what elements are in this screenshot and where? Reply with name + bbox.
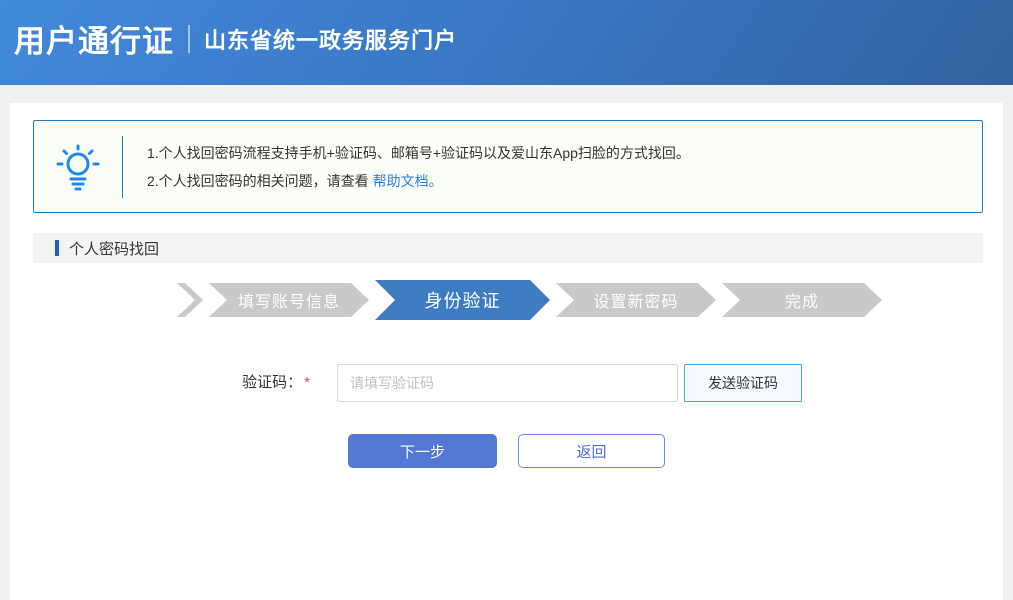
step-fill-account-info: 填写账号信息 (209, 283, 369, 317)
page: 用户通行证 山东省统一政务服务门户 (0, 0, 1013, 600)
header-divider (188, 25, 190, 53)
action-buttons: 下一步 返回 (10, 434, 1003, 468)
content-card: 1.个人找回密码流程支持手机+验证码、邮箱号+验证码以及爱山东App扫脸的方式找… (10, 103, 1003, 600)
send-code-button[interactable]: 发送验证码 (684, 364, 802, 402)
required-asterisk: * (304, 374, 310, 391)
captcha-label: 验证码：* (110, 364, 310, 402)
next-step-button[interactable]: 下一步 (348, 434, 497, 468)
help-doc-link[interactable]: 帮助文档。 (373, 173, 443, 189)
header-brand: 用户通行证 山东省统一政务服务门户 (0, 16, 457, 61)
lightbulb-icon (55, 142, 101, 192)
section-title: 个人密码找回 (69, 238, 159, 259)
notice-line-2-text: 2.个人找回密码的相关问题，请查看 (147, 173, 373, 189)
page-title: 用户通行证 (14, 16, 174, 61)
captcha-form-row: 验证码：* 发送验证码 (10, 364, 1003, 402)
captcha-label-text: 验证码： (242, 374, 302, 391)
captcha-input[interactable] (337, 364, 678, 402)
back-button[interactable]: 返回 (518, 434, 665, 468)
step-progress-bar: 填写账号信息 身份验证 设置新密码 完成 (177, 280, 882, 320)
section-accent-bar (55, 240, 59, 256)
notice-box: 1.个人找回密码流程支持手机+验证码、邮箱号+验证码以及爱山东App扫脸的方式找… (33, 120, 983, 213)
step-identity-verification: 身份验证 (375, 280, 550, 320)
section-strip: 个人密码找回 (33, 233, 983, 263)
notice-icon-wrap (34, 142, 122, 192)
notice-line-1: 1.个人找回密码流程支持手机+验证码、邮箱号+验证码以及爱山东App扫脸的方式找… (147, 139, 690, 167)
notice-line-2: 2.个人找回密码的相关问题，请查看 帮助文档。 (147, 167, 690, 195)
step-set-new-password: 设置新密码 (556, 283, 716, 317)
notice-text: 1.个人找回密码流程支持手机+验证码、邮箱号+验证码以及爱山东App扫脸的方式找… (123, 139, 690, 195)
header: 用户通行证 山东省统一政务服务门户 (0, 0, 1013, 85)
lead-chevron-icon (177, 283, 203, 317)
step-complete: 完成 (722, 283, 882, 317)
portal-subtitle: 山东省统一政务服务门户 (204, 23, 457, 55)
